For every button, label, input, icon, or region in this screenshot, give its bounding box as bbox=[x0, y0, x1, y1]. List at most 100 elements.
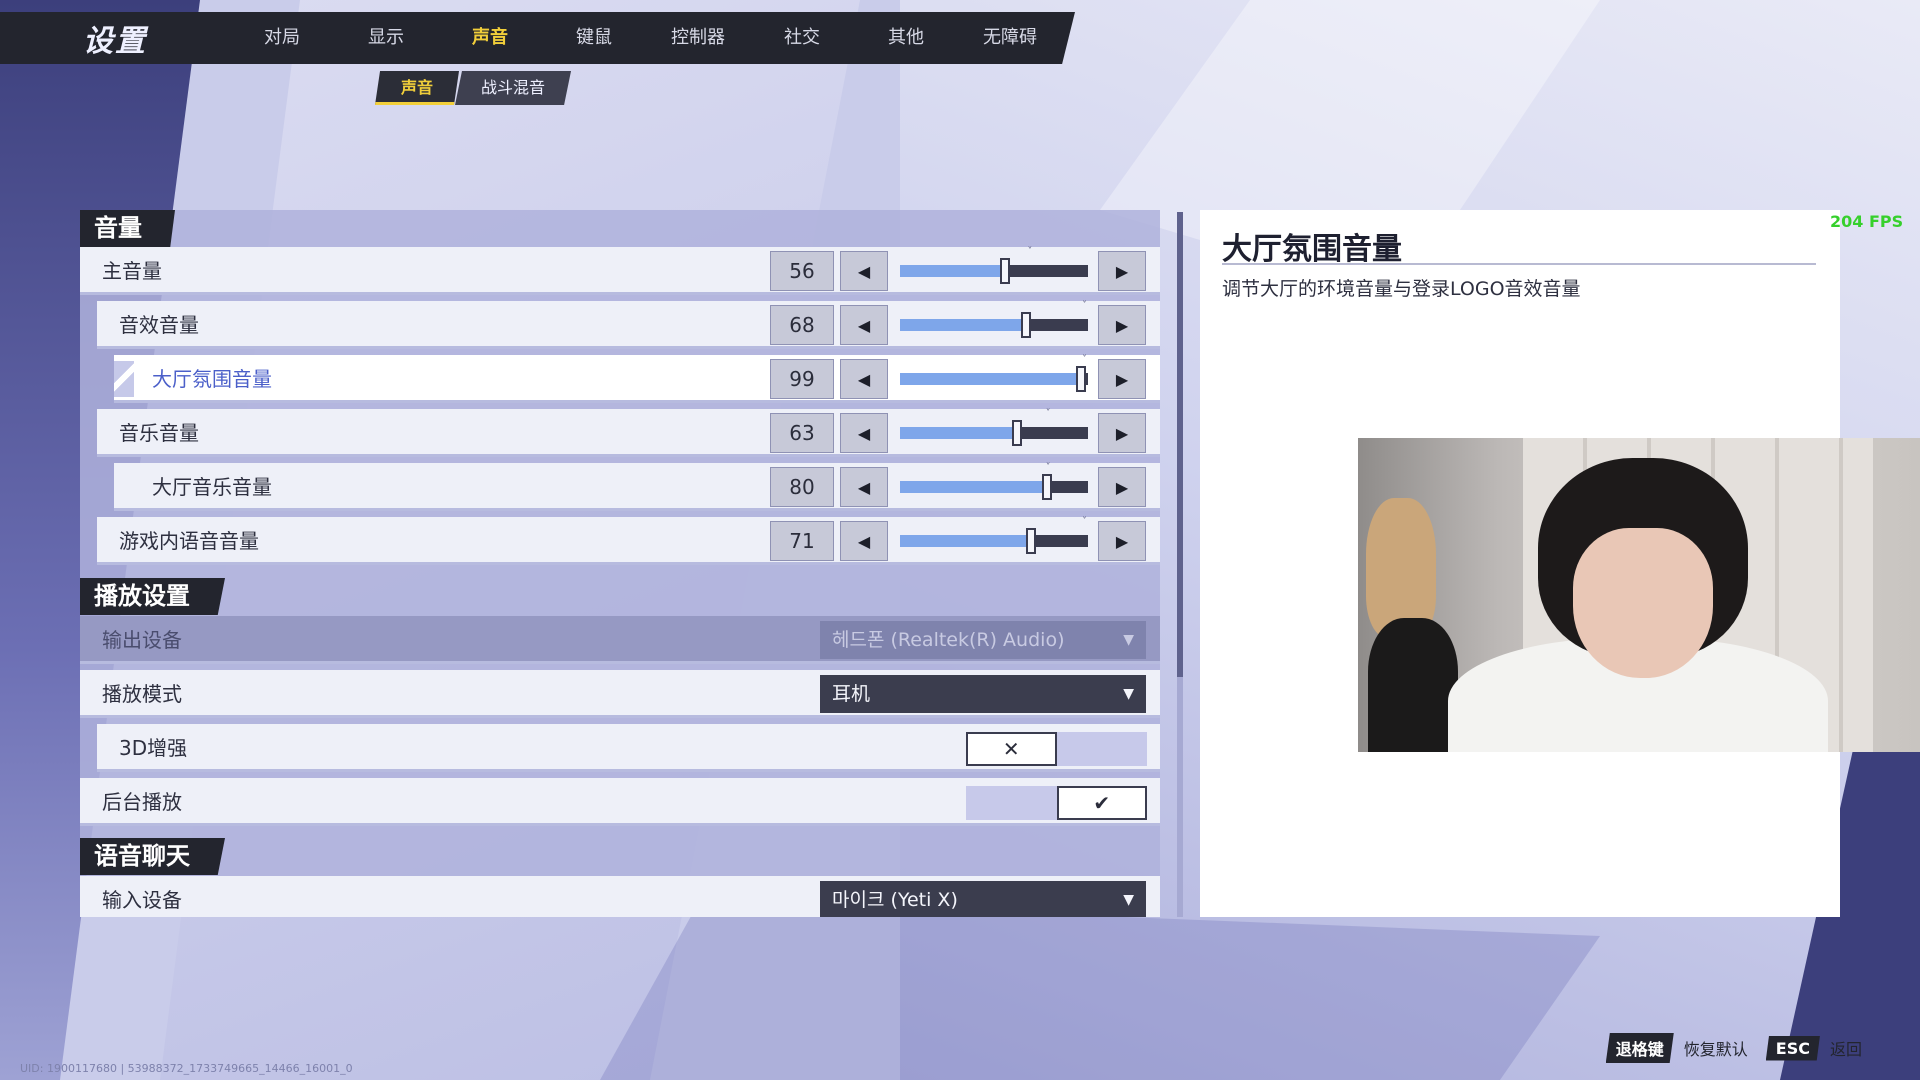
volume-row[interactable]: 游戏内语音音量 71 ◀ ˅ ▶ bbox=[97, 516, 1160, 565]
volume-value: 71 bbox=[770, 521, 834, 561]
volume-row[interactable]: 主音量 56 ◀ ˅ ▶ bbox=[80, 246, 1160, 295]
output-device-row: 输出设备 헤드폰 (Realtek(R) Audio) ▼ bbox=[80, 616, 1160, 664]
volume-label: 大厅氛围音量 bbox=[152, 367, 272, 391]
slider-thumb[interactable] bbox=[1021, 312, 1032, 338]
default-marker-icon: ˅ bbox=[1027, 246, 1033, 257]
increase-button[interactable]: ▶ bbox=[1098, 305, 1146, 345]
slider-thumb[interactable] bbox=[1042, 474, 1053, 500]
input-device-row: 输入设备 마이크 (Yeti X) ▼ bbox=[80, 876, 1160, 917]
arrow-left-icon: ◀ bbox=[857, 261, 871, 281]
enhance-3d-row: 3D增强 ✕ bbox=[97, 724, 1160, 772]
tab-match[interactable]: 对局 bbox=[230, 12, 334, 64]
volume-row[interactable]: 音效音量 68 ◀ ˅ ▶ bbox=[97, 300, 1160, 349]
esc-key-badge: ESC bbox=[1765, 1035, 1820, 1061]
decrease-button[interactable]: ◀ bbox=[840, 467, 888, 507]
key-hints: 退格键 恢复默认 ESC 返回 bbox=[1605, 1033, 1880, 1063]
arrow-right-icon: ▶ bbox=[1115, 423, 1129, 443]
arrow-right-icon: ▶ bbox=[1115, 369, 1129, 389]
increase-button[interactable]: ▶ bbox=[1098, 467, 1146, 507]
slider-fill bbox=[900, 265, 1006, 277]
tab-display[interactable]: 显示 bbox=[334, 12, 438, 64]
input-device-label: 输入设备 bbox=[102, 888, 182, 912]
arrow-left-icon: ◀ bbox=[857, 531, 871, 551]
tab-other[interactable]: 其他 bbox=[854, 12, 958, 64]
output-device-label: 输出设备 bbox=[102, 628, 182, 652]
volume-value: 68 bbox=[770, 305, 834, 345]
enhance-3d-toggle[interactable]: ✕ bbox=[966, 732, 1147, 766]
scrollbar-thumb[interactable] bbox=[1177, 212, 1183, 677]
slider-fill bbox=[900, 373, 1087, 385]
backspace-key-badge: 退格键 bbox=[1605, 1033, 1674, 1063]
description-title: 大厅氛围音量 bbox=[1222, 232, 1402, 267]
default-marker-icon: ˅ bbox=[1082, 300, 1087, 311]
volume-slider[interactable]: ˅ bbox=[900, 462, 1088, 500]
volume-row[interactable]: 大厅氛围音量 99 ◀ ˅ ▶ bbox=[114, 354, 1160, 403]
enhance-3d-label: 3D增强 bbox=[119, 736, 188, 760]
volume-value: 56 bbox=[770, 251, 834, 291]
decrease-button[interactable]: ◀ bbox=[840, 251, 888, 291]
default-marker-icon: ˅ bbox=[1082, 354, 1087, 365]
slider-fill bbox=[900, 427, 1019, 439]
arrow-right-icon: ▶ bbox=[1115, 531, 1129, 551]
increase-button[interactable]: ▶ bbox=[1098, 413, 1146, 453]
volume-label: 主音量 bbox=[102, 259, 162, 283]
slider-thumb[interactable] bbox=[999, 258, 1010, 284]
top-nav-bar: 设置 对局 显示 声音 键鼠 控制器 社交 其他 无障碍 bbox=[0, 12, 1075, 64]
increase-button[interactable]: ▶ bbox=[1098, 521, 1146, 561]
volume-label: 音效音量 bbox=[119, 313, 199, 337]
settings-scrollbar[interactable] bbox=[1177, 212, 1183, 917]
volume-value: 99 bbox=[770, 359, 834, 399]
description-divider bbox=[1222, 263, 1816, 265]
output-device-value: 헤드폰 (Realtek(R) Audio) bbox=[832, 629, 1065, 651]
playback-mode-dropdown[interactable]: 耳机 ▼ bbox=[820, 675, 1146, 713]
volume-slider[interactable]: ˅ bbox=[900, 516, 1088, 554]
toggle-off-option bbox=[966, 786, 1057, 820]
sub-tabs: 声音 战斗混音 bbox=[375, 71, 572, 105]
input-device-dropdown[interactable]: 마이크 (Yeti X) ▼ bbox=[820, 881, 1146, 917]
volume-slider[interactable]: ˅ bbox=[900, 300, 1088, 338]
output-device-dropdown[interactable]: 헤드폰 (Realtek(R) Audio) ▼ bbox=[820, 621, 1146, 659]
reset-default-button[interactable]: 恢复默认 bbox=[1684, 1036, 1748, 1060]
decrease-button[interactable]: ◀ bbox=[840, 305, 888, 345]
decrease-button[interactable]: ◀ bbox=[840, 413, 888, 453]
subtab-combat-mix[interactable]: 战斗混音 bbox=[455, 71, 572, 105]
description-text: 调节大厅的环境音量与登录LOGO音效音量 bbox=[1222, 278, 1581, 300]
volume-slider[interactable]: ˅ bbox=[900, 246, 1088, 284]
back-button[interactable]: 返回 bbox=[1830, 1036, 1862, 1060]
playback-mode-value: 耳机 bbox=[832, 683, 871, 705]
default-marker-icon: ˅ bbox=[1045, 408, 1051, 419]
subtab-sound[interactable]: 声音 bbox=[375, 71, 460, 105]
slider-thumb[interactable] bbox=[1012, 420, 1023, 446]
input-device-value: 마이크 (Yeti X) bbox=[832, 889, 958, 911]
toggle-off-option: ✕ bbox=[966, 732, 1057, 766]
fps-counter: 204 FPS bbox=[1830, 212, 1904, 231]
tab-accessibility[interactable]: 无障碍 bbox=[958, 12, 1062, 64]
increase-button[interactable]: ▶ bbox=[1098, 359, 1146, 399]
tab-sound[interactable]: 声音 bbox=[438, 12, 542, 64]
toggle-on-option: ✔ bbox=[1056, 786, 1147, 820]
arrow-right-icon: ▶ bbox=[1115, 261, 1129, 281]
volume-slider[interactable]: ˅ bbox=[900, 354, 1088, 392]
slider-fill bbox=[900, 535, 1034, 547]
volume-row[interactable]: 音乐音量 63 ◀ ˅ ▶ bbox=[97, 408, 1160, 457]
tab-social[interactable]: 社交 bbox=[750, 12, 854, 64]
background-play-label: 后台播放 bbox=[102, 790, 182, 814]
volume-label: 游戏内语音音量 bbox=[119, 529, 259, 553]
background-play-toggle[interactable]: ✔ bbox=[966, 786, 1147, 820]
tab-controller[interactable]: 控制器 bbox=[646, 12, 750, 64]
arrow-left-icon: ◀ bbox=[857, 315, 871, 335]
volume-label: 音乐音量 bbox=[119, 421, 199, 445]
volume-label: 大厅音乐音量 bbox=[152, 475, 272, 499]
slider-thumb[interactable] bbox=[1026, 528, 1037, 554]
decrease-button[interactable]: ◀ bbox=[840, 359, 888, 399]
volume-row[interactable]: 大厅音乐音量 80 ◀ ˅ ▶ bbox=[114, 462, 1160, 511]
default-marker-icon: ˅ bbox=[1082, 516, 1087, 527]
settings-panel: 音量 主音量 56 ◀ ˅ ▶ 音效音量 68 ◀ ˅ ▶ 大厅氛围音量 99 ◀ ˅ ▶ 音乐音量 63 ◀ ˅ ▶… bbox=[80, 210, 1160, 917]
slider-thumb[interactable] bbox=[1076, 366, 1087, 392]
tab-keyboard-mouse[interactable]: 键鼠 bbox=[542, 12, 646, 64]
volume-slider[interactable]: ˅ bbox=[900, 408, 1088, 446]
arrow-right-icon: ▶ bbox=[1115, 477, 1129, 497]
decrease-button[interactable]: ◀ bbox=[840, 521, 888, 561]
slider-fill bbox=[900, 481, 1051, 493]
increase-button[interactable]: ▶ bbox=[1098, 251, 1146, 291]
